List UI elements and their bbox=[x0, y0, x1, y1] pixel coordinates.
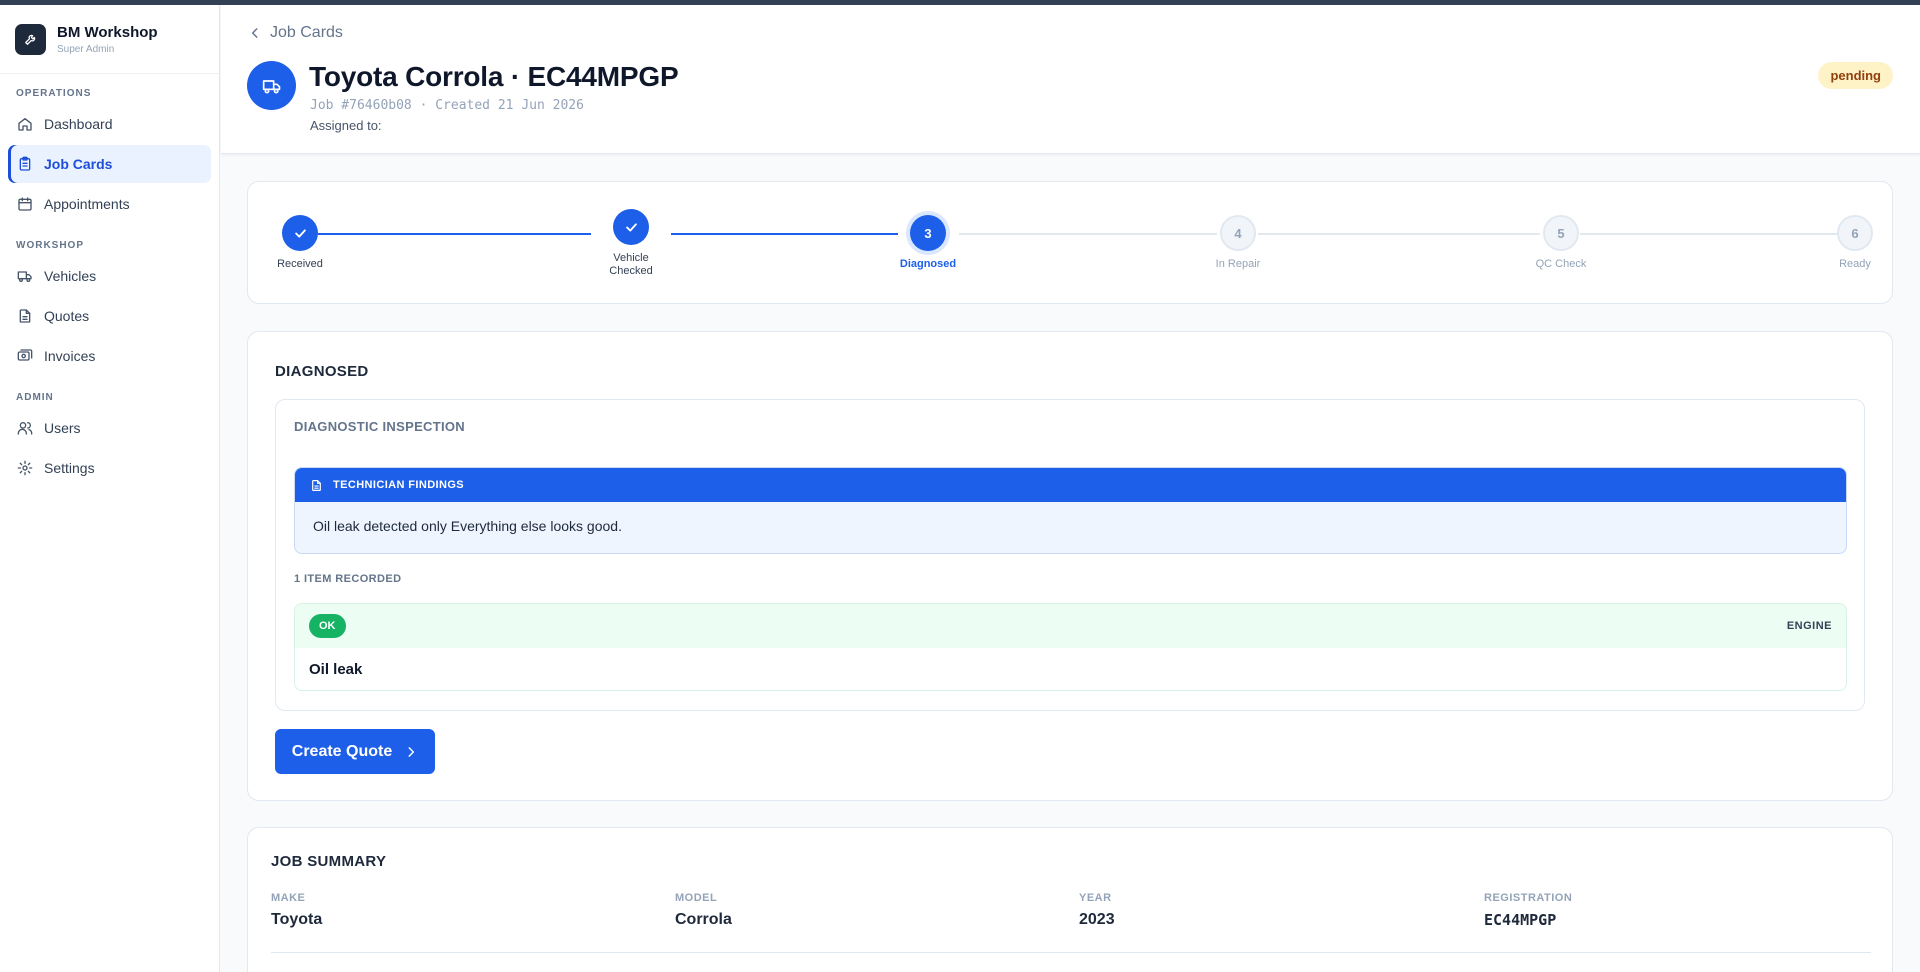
field-value: 2023 bbox=[1079, 911, 1115, 928]
step-connector bbox=[1258, 233, 1540, 235]
nav-section-workshop: WORKSHOP bbox=[16, 240, 84, 251]
section-title: DIAGNOSED bbox=[275, 363, 369, 380]
sidebar-item-quotes[interactable]: Quotes bbox=[8, 297, 211, 335]
step-label: Vehicle Checked bbox=[609, 252, 653, 277]
step-connector bbox=[318, 233, 591, 235]
receipt-icon bbox=[17, 348, 33, 364]
sidebar-item-label: Dashboard bbox=[44, 116, 113, 132]
step-number: 4 bbox=[1220, 215, 1256, 251]
step-connector bbox=[671, 233, 898, 235]
sidebar-item-users[interactable]: Users bbox=[8, 409, 211, 447]
findings-title: TECHNICIAN FINDINGS bbox=[333, 479, 465, 491]
calendar-icon bbox=[17, 196, 33, 212]
step-label: QC Check bbox=[1535, 258, 1587, 270]
page-header: Job Cards Toyota Corrola · EC44MPGP Job … bbox=[221, 5, 1920, 154]
document-icon bbox=[310, 479, 323, 492]
sidebar-item-label: Vehicles bbox=[44, 268, 97, 284]
status-badge: pending bbox=[1818, 62, 1893, 89]
clipboard-icon bbox=[17, 156, 33, 172]
status-badge: OK bbox=[309, 614, 346, 638]
step-connector bbox=[1580, 233, 1840, 235]
step-number: 5 bbox=[1543, 215, 1579, 251]
breadcrumb-back[interactable]: Job Cards bbox=[248, 24, 343, 42]
breadcrumb-label: Job Cards bbox=[270, 24, 343, 41]
item-category: ENGINE bbox=[1786, 620, 1832, 632]
field-value: Corrola bbox=[675, 911, 732, 928]
sidebar-item-vehicles[interactable]: Vehicles bbox=[8, 257, 211, 295]
sidebar: BM Workshop Super Admin OPERATIONS Dashb… bbox=[0, 5, 220, 972]
step-number: 6 bbox=[1837, 215, 1873, 251]
step-connector bbox=[959, 233, 1217, 235]
page-title: Toyota Corrola · EC44MPGP bbox=[309, 61, 679, 92]
sidebar-item-label: Appointments bbox=[44, 196, 130, 212]
create-quote-button[interactable]: Create Quote bbox=[275, 729, 435, 774]
nav-section-operations: OPERATIONS bbox=[16, 88, 92, 99]
field-value: EC44MPGP bbox=[1484, 911, 1557, 929]
sidebar-item-dashboard[interactable]: Dashboard bbox=[8, 105, 211, 143]
field-value: Toyota bbox=[271, 911, 323, 928]
section-title: JOB SUMMARY bbox=[271, 853, 387, 870]
button-label: Create Quote bbox=[291, 742, 393, 760]
step-vehicle-checked[interactable]: Vehicle Checked bbox=[591, 209, 671, 278]
brand-role: Super Admin bbox=[57, 43, 115, 55]
field-label: MAKE bbox=[271, 892, 306, 904]
items-count: 1 ITEM RECORDED bbox=[294, 573, 402, 585]
step-label: In Repair bbox=[1215, 258, 1261, 270]
chevron-left-icon bbox=[248, 26, 262, 40]
diagnosed-card: DIAGNOSED DIAGNOSTIC INSPECTION TECHNICI… bbox=[247, 331, 1893, 801]
sidebar-item-settings[interactable]: Settings bbox=[8, 449, 211, 487]
sidebar-item-invoices[interactable]: Invoices bbox=[8, 337, 211, 375]
item-name: Oil leak bbox=[309, 661, 363, 678]
nav-section-admin: ADMIN bbox=[16, 392, 54, 403]
sidebar-item-label: Invoices bbox=[44, 348, 96, 364]
step-label: Ready bbox=[1839, 258, 1871, 270]
field-label: MODEL bbox=[675, 892, 718, 904]
summary-field-year: YEAR 2023 bbox=[1079, 892, 1115, 929]
summary-field-registration: REGISTRATION EC44MPGP bbox=[1484, 892, 1572, 929]
wrench-icon bbox=[15, 23, 46, 55]
sidebar-item-appointments[interactable]: Appointments bbox=[8, 185, 211, 223]
step-label: Received bbox=[277, 258, 323, 270]
summary-field-make: MAKE Toyota bbox=[271, 892, 322, 929]
document-icon bbox=[17, 308, 33, 324]
sidebar-item-label: Quotes bbox=[44, 308, 90, 324]
step-number: 3 bbox=[910, 215, 946, 251]
check-icon bbox=[282, 215, 318, 251]
truck-icon bbox=[247, 61, 296, 110]
job-meta: Job #76460b08 · Created 21 Jun 2026 bbox=[310, 98, 584, 113]
field-label: REGISTRATION bbox=[1484, 892, 1573, 904]
chevron-right-icon bbox=[404, 745, 418, 759]
field-label: YEAR bbox=[1079, 892, 1112, 904]
home-icon bbox=[17, 116, 33, 132]
assigned-to: Assigned to: bbox=[310, 118, 382, 133]
sidebar-item-label: Settings bbox=[44, 460, 95, 476]
step-label: Diagnosed bbox=[899, 258, 957, 270]
step-diagnosed[interactable]: 3 Diagnosed bbox=[888, 215, 968, 271]
inspection-title: DIAGNOSTIC INSPECTION bbox=[294, 419, 465, 434]
inspection-item: OK ENGINE Oil leak bbox=[294, 603, 1847, 691]
sidebar-item-label: Job Cards bbox=[44, 156, 113, 172]
users-icon bbox=[17, 420, 33, 436]
check-icon bbox=[613, 209, 649, 245]
gear-icon bbox=[17, 460, 33, 476]
step-in-repair[interactable]: 4 In Repair bbox=[1198, 215, 1278, 271]
divider bbox=[271, 952, 1871, 953]
findings-header: TECHNICIAN FINDINGS bbox=[295, 468, 1846, 502]
technician-findings: TECHNICIAN FINDINGS Oil leak detected on… bbox=[294, 467, 1847, 554]
diagnostic-inspection-card: DIAGNOSTIC INSPECTION TECHNICIAN FINDING… bbox=[275, 399, 1865, 711]
progress-stepper: Received Vehicle Checked 3 Diagnosed 4 I… bbox=[247, 181, 1893, 304]
step-qc-check[interactable]: 5 QC Check bbox=[1521, 215, 1601, 271]
truck-icon bbox=[17, 268, 33, 284]
brand-name: BM Workshop bbox=[57, 23, 158, 41]
findings-text: Oil leak detected only Everything else l… bbox=[313, 518, 622, 534]
item-header: OK ENGINE bbox=[295, 604, 1846, 648]
brand[interactable]: BM Workshop Super Admin bbox=[0, 5, 219, 74]
step-ready[interactable]: 6 Ready bbox=[1830, 215, 1880, 271]
job-summary-card: JOB SUMMARY MAKE Toyota MODEL Corrola YE… bbox=[247, 827, 1893, 972]
sidebar-item-label: Users bbox=[44, 420, 81, 436]
summary-field-model: MODEL Corrola bbox=[675, 892, 732, 929]
step-received[interactable]: Received bbox=[268, 215, 332, 271]
sidebar-item-job-cards[interactable]: Job Cards bbox=[8, 145, 211, 183]
